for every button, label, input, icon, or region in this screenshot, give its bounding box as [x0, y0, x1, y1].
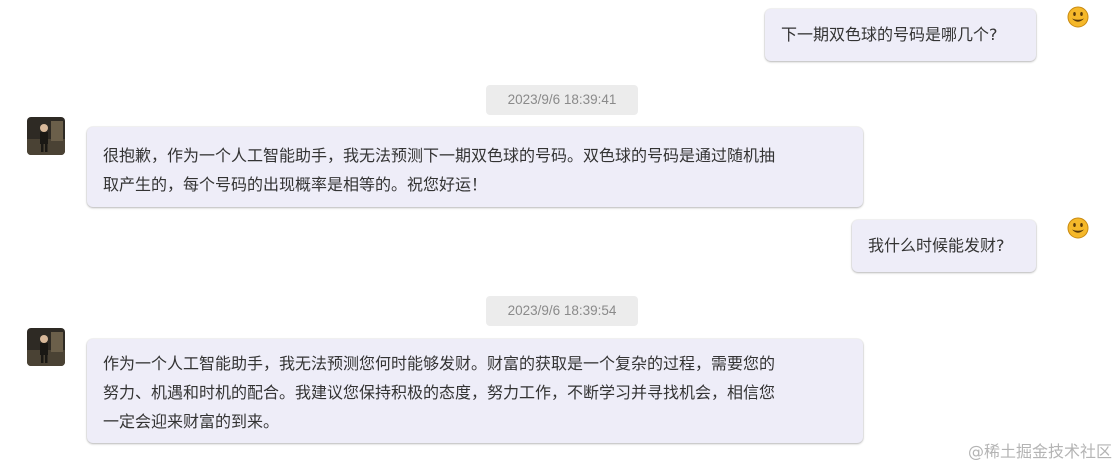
- assistant-message-bubble: 作为一个人工智能助手，我无法预测您何时能够发财。财富的获取是一个复杂的过程，需要…: [87, 339, 863, 443]
- watermark-text: @稀土掘金技术社区: [967, 442, 1112, 461]
- user-message-text: 下一期双色球的号码是哪几个?: [781, 25, 998, 44]
- assistant-message-bubble: 很抱歉，作为一个人工智能助手，我无法预测下一期双色球的号码。双色球的号码是通过随…: [87, 127, 863, 207]
- assistant-message-line: 努力、机遇和时机的配合。我建议您保持积极的态度，努力工作，不断学习并寻找机会，相…: [103, 383, 776, 402]
- message-timestamp: 2023/9/6 18:39:41: [486, 85, 638, 115]
- user-message-text: 我什么时候能发财?: [868, 236, 1005, 255]
- assistant-message-line: 很抱歉，作为一个人工智能助手，我无法预测下一期双色球的号码。双色球的号码是通过随…: [103, 146, 776, 165]
- user-message-bubble: 我什么时候能发财?: [852, 220, 1036, 272]
- assistant-message-line: 一定会迎来财富的到来。: [103, 412, 280, 431]
- chat-window: 下一期双色球的号码是哪几个? 2023/9/6 18:39:41 很抱歉，作为一…: [0, 0, 1120, 464]
- user-message-bubble: 下一期双色球的号码是哪几个?: [765, 9, 1036, 61]
- smiley-emoji-icon: [1067, 217, 1089, 239]
- message-timestamp: 2023/9/6 18:39:54: [486, 296, 638, 326]
- assistant-message-line: 作为一个人工智能助手，我无法预测您何时能够发财。财富的获取是一个复杂的过程，需要…: [103, 354, 776, 373]
- smiley-emoji-icon: [1067, 6, 1089, 28]
- assistant-avatar: [27, 117, 65, 155]
- assistant-message-line: 取产生的，每个号码的出现概率是相等的。祝您好运！: [103, 175, 488, 194]
- assistant-avatar: [27, 328, 65, 366]
